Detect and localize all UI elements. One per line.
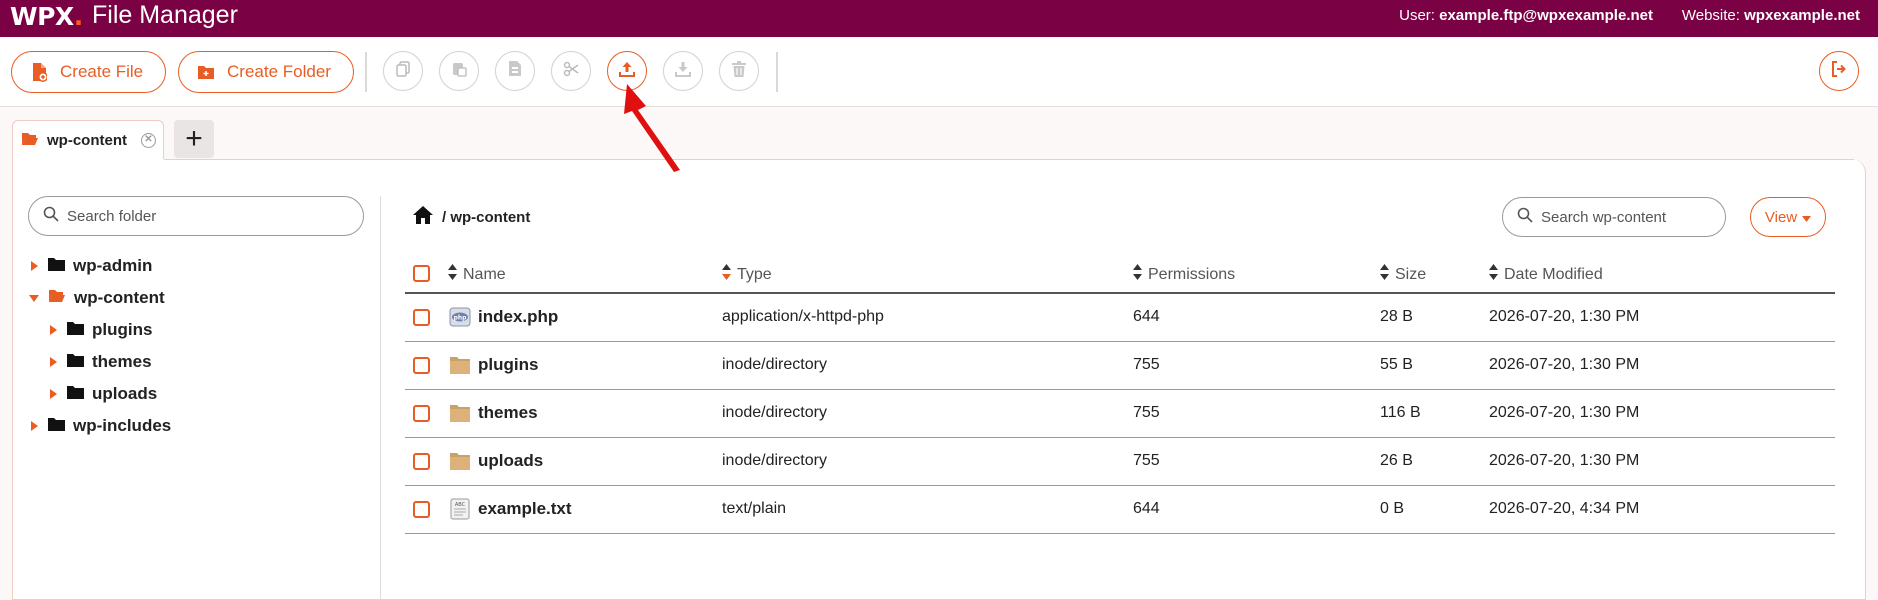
copy-button[interactable] (383, 51, 423, 91)
tree-item-plugins[interactable]: plugins (47, 320, 152, 340)
tree-item-wp-includes[interactable]: wp-includes (28, 416, 171, 436)
svg-text:php: php (454, 315, 468, 322)
plus-icon: + (185, 122, 203, 155)
column-header-size[interactable]: Size (1380, 264, 1426, 285)
folder-icon (48, 256, 65, 276)
search-wp-content-input[interactable]: Search wp-content (1502, 197, 1726, 237)
annotation-arrow-icon (624, 84, 680, 172)
toolbar: Create File Create Folder (0, 37, 1878, 107)
duplicate-button[interactable] (495, 51, 535, 91)
folder-icon (449, 450, 471, 472)
folder-icon (67, 352, 84, 372)
caret-right-icon[interactable] (47, 325, 59, 335)
column-header-permissions[interactable]: Permissions (1133, 264, 1235, 285)
scissors-icon (563, 61, 579, 82)
column-header-type[interactable]: Type (722, 264, 772, 285)
logout-button[interactable] (1819, 51, 1859, 91)
create-file-button[interactable]: Create File (11, 51, 167, 93)
file-copy-icon (508, 60, 522, 82)
sort-icon (1489, 264, 1498, 285)
folder-icon (48, 416, 65, 436)
sort-icon (1133, 264, 1142, 285)
select-all-checkbox[interactable] (413, 265, 430, 282)
user-info: User: example.ftp@wpxexample.net (1399, 7, 1653, 24)
breadcrumb: / wp-content (412, 205, 530, 229)
php-file-icon: php (449, 306, 471, 328)
view-dropdown-button[interactable]: View (1750, 197, 1826, 237)
top-bar: WPX. File Manager User: example.ftp@wpxe… (0, 0, 1878, 37)
tree-item-uploads[interactable]: uploads (47, 384, 157, 404)
svg-text:ABC: ABC (455, 502, 466, 508)
table-row[interactable]: php index.php application/x-httpd-php 64… (405, 294, 1835, 342)
caret-right-icon[interactable] (47, 389, 59, 399)
sidebar-divider (380, 196, 381, 600)
paste-icon (451, 61, 467, 82)
trash-icon (732, 60, 746, 82)
website-info: Website: wpxexample.net (1681, 7, 1860, 24)
cut-button[interactable] (551, 51, 591, 91)
folder-icon (67, 384, 84, 404)
folder-open-icon (48, 288, 66, 308)
logout-icon (1831, 60, 1847, 82)
folder-open-icon (21, 132, 39, 150)
add-tab-button[interactable]: + (174, 120, 214, 158)
tree-item-wp-content[interactable]: wp-content (28, 288, 165, 308)
app-title: File Manager (92, 1, 238, 29)
copy-icon (395, 60, 411, 82)
caret-right-icon[interactable] (47, 357, 59, 367)
row-checkbox[interactable] (413, 501, 430, 518)
search-folder-input[interactable]: Search folder (28, 196, 364, 236)
row-checkbox[interactable] (413, 453, 430, 470)
paste-button[interactable] (439, 51, 479, 91)
home-icon[interactable] (412, 205, 434, 229)
folder-icon (449, 354, 471, 376)
table-row[interactable]: uploads inode/directory 755 26 B 2026-07… (405, 438, 1835, 486)
tab-close-icon[interactable]: ✕ (141, 133, 156, 148)
row-checkbox[interactable] (413, 357, 430, 374)
table-row[interactable]: themes inode/directory 755 116 B 2026-07… (405, 390, 1835, 438)
wpx-logo: WPX. (10, 2, 83, 31)
search-icon (1517, 207, 1533, 227)
tab-bar: wp-content ✕ + (0, 107, 1878, 160)
folder-plus-icon (197, 62, 215, 82)
table-header: Name Type Permissions Size Date Modified (405, 254, 1835, 294)
column-header-date-modified[interactable]: Date Modified (1489, 264, 1603, 285)
panel-divider (164, 159, 1854, 160)
caret-down-icon (1802, 209, 1812, 226)
caret-right-icon[interactable] (28, 261, 40, 271)
search-icon (43, 206, 59, 226)
caret-down-icon[interactable] (28, 294, 40, 302)
tree-item-wp-admin[interactable]: wp-admin (28, 256, 152, 276)
table-row[interactable]: ABC example.txt text/plain 644 0 B 2026-… (405, 486, 1835, 534)
tree-item-themes[interactable]: themes (47, 352, 152, 372)
table-row[interactable]: plugins inode/directory 755 55 B 2026-07… (405, 342, 1835, 390)
file-table: Name Type Permissions Size Date Modified… (405, 254, 1835, 534)
folder-icon (449, 402, 471, 424)
download-icon (675, 61, 691, 82)
create-folder-button[interactable]: Create Folder (178, 51, 354, 93)
row-checkbox[interactable] (413, 405, 430, 422)
sort-icon (448, 264, 457, 285)
text-file-icon: ABC (449, 498, 471, 520)
toolbar-separator (365, 52, 367, 92)
sort-icon (722, 264, 731, 285)
delete-button[interactable] (719, 51, 759, 91)
file-plus-icon (30, 62, 48, 82)
tab-wp-content[interactable]: wp-content ✕ (12, 120, 164, 160)
upload-icon (619, 61, 635, 82)
caret-right-icon[interactable] (28, 421, 40, 431)
column-header-name[interactable]: Name (448, 264, 506, 285)
row-checkbox[interactable] (413, 309, 430, 326)
toolbar-separator (776, 52, 778, 92)
folder-icon (67, 320, 84, 340)
sort-icon (1380, 264, 1389, 285)
